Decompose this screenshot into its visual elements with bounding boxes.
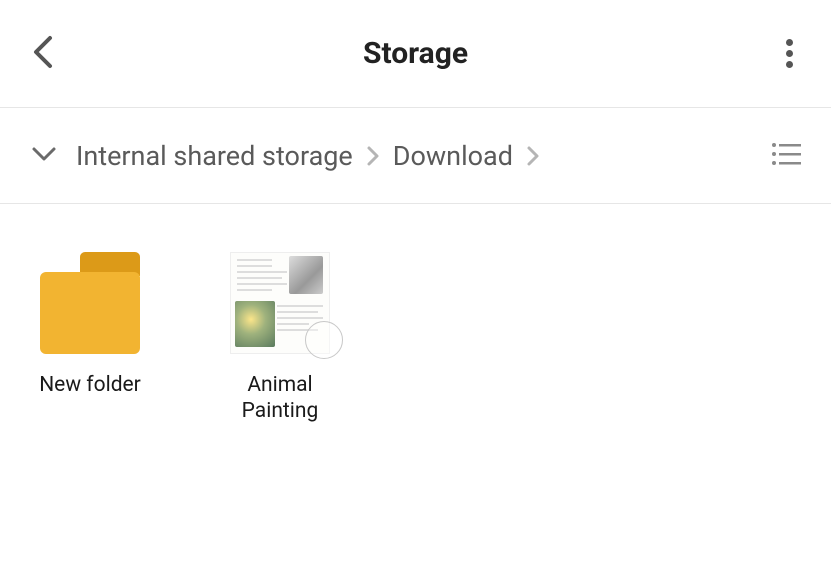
file-thumbnail	[230, 252, 330, 354]
touch-indicator-icon	[305, 321, 343, 359]
page-title: Storage	[363, 36, 468, 71]
chevron-right-icon	[365, 144, 381, 168]
chevron-right-icon	[525, 144, 541, 168]
chevron-down-icon[interactable]	[30, 145, 58, 167]
item-label: Animal Painting	[220, 372, 340, 425]
file-item[interactable]: Animal Painting	[220, 252, 340, 425]
list-view-icon[interactable]	[771, 142, 801, 170]
folder-item[interactable]: New folder	[30, 252, 150, 425]
breadcrumb-segment[interactable]: Download	[393, 140, 513, 172]
breadcrumb-segment[interactable]: Internal shared storage	[76, 140, 353, 172]
folder-icon	[40, 252, 140, 354]
breadcrumb-bar: Internal shared storage Download	[0, 108, 831, 204]
app-header: Storage	[0, 0, 831, 108]
file-grid: New folder Animal Painting	[0, 204, 831, 473]
breadcrumb: Internal shared storage Download	[76, 140, 547, 172]
back-icon[interactable]	[30, 34, 54, 74]
more-options-icon[interactable]	[778, 27, 801, 80]
item-label: New folder	[39, 372, 141, 398]
